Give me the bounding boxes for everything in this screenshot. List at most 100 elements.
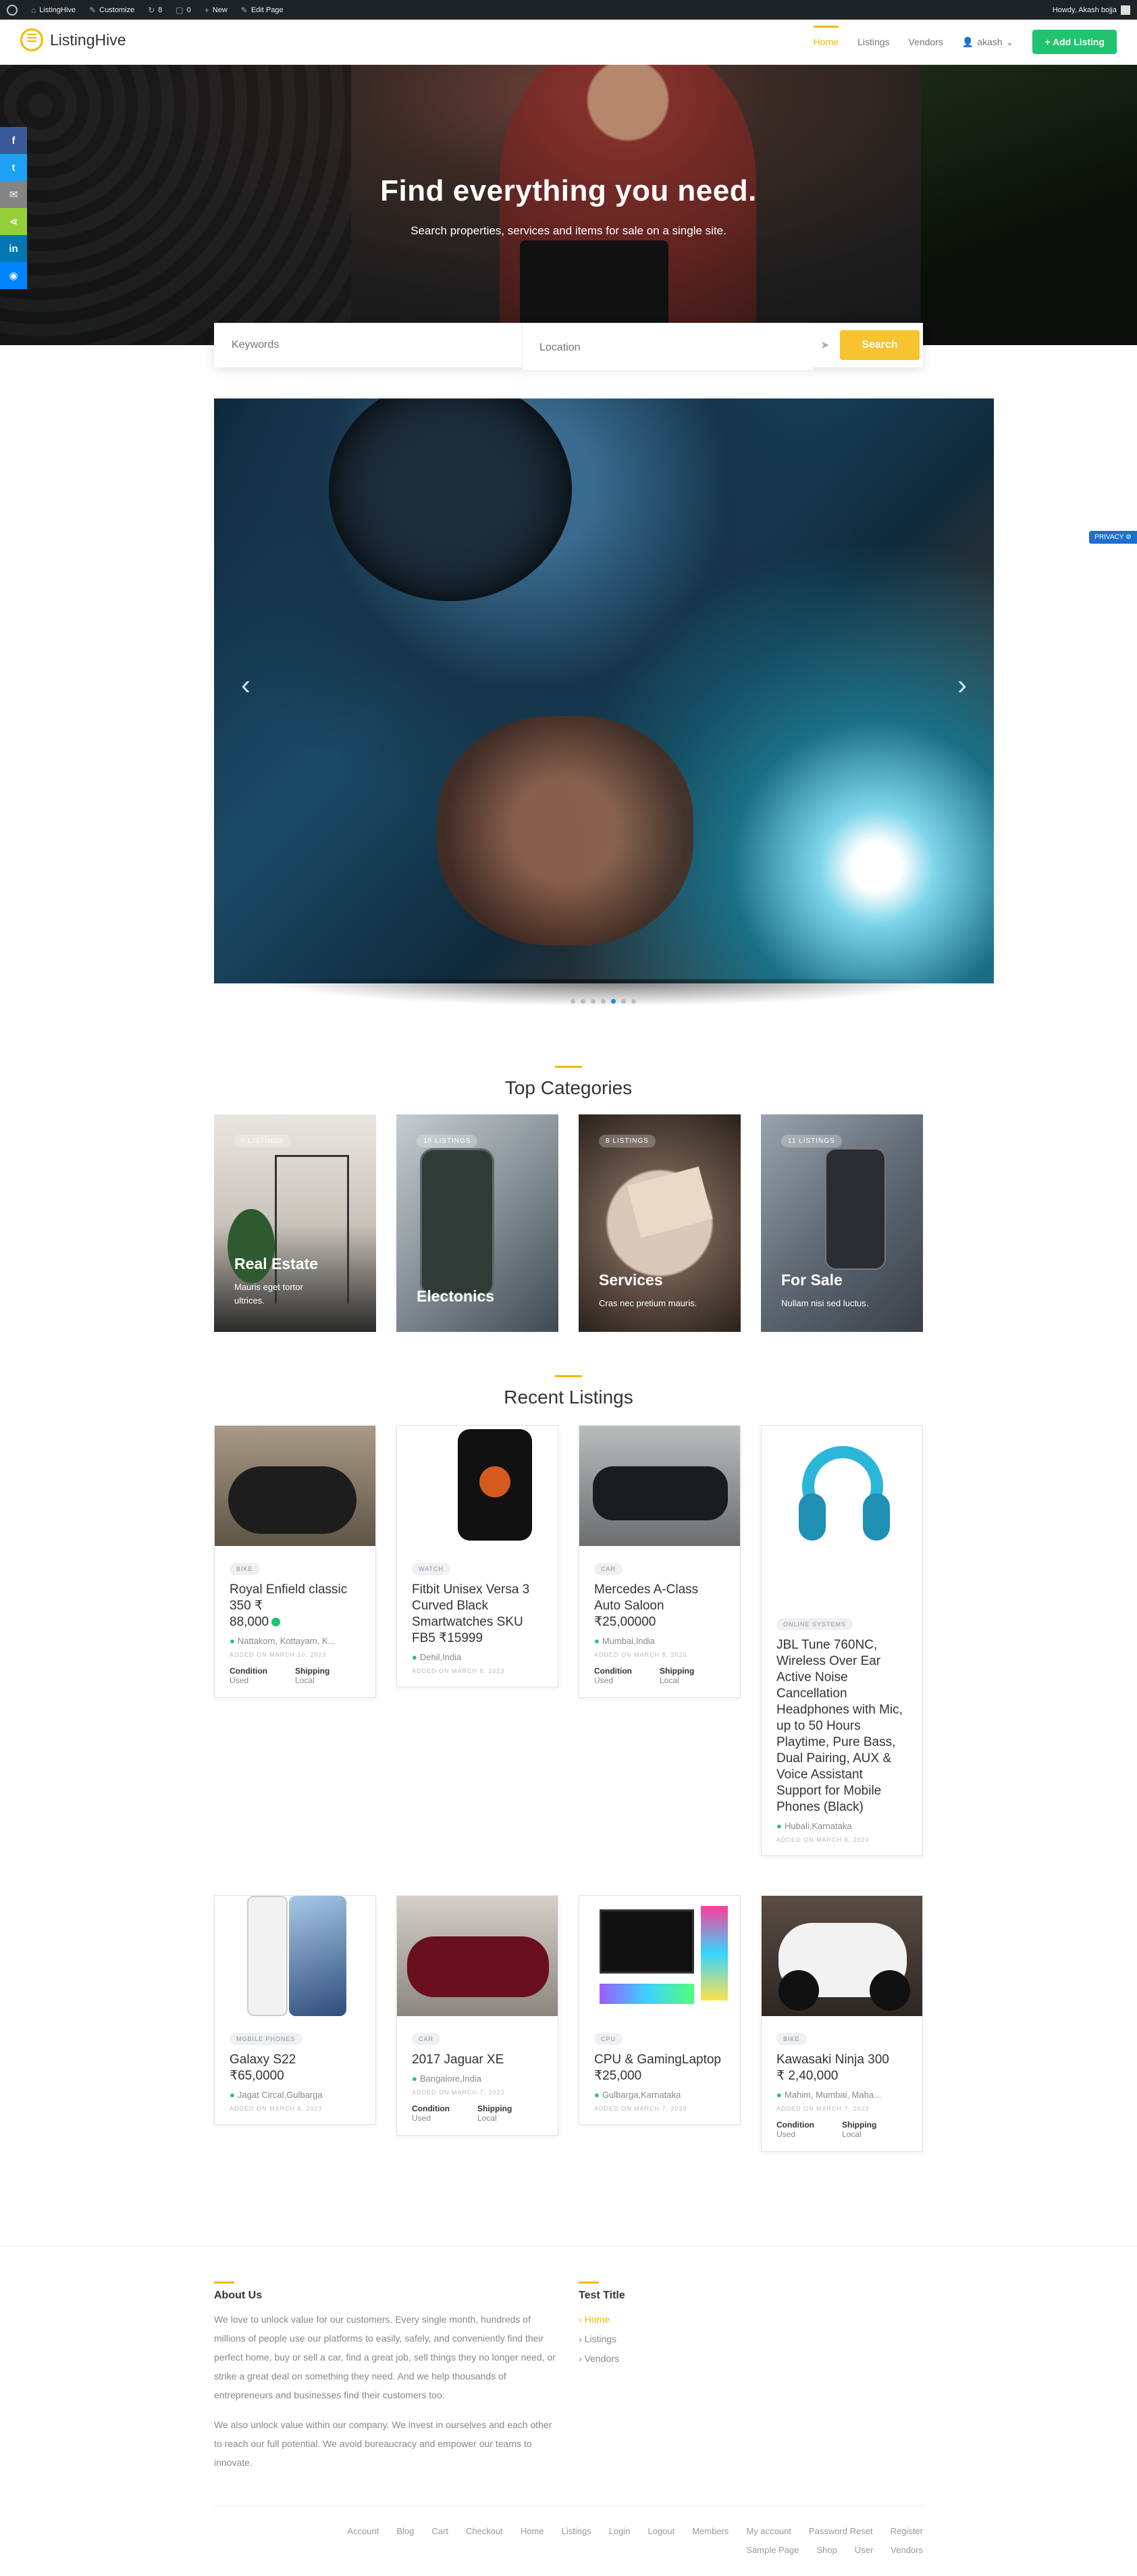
listing-card[interactable]: CAR Mercedes A-Class Auto Saloon ₹25,000…: [579, 1425, 741, 1698]
admin-edit-page-link[interactable]: ✎ Edit Page: [234, 0, 290, 20]
location-pin-icon: ●: [412, 1652, 417, 1662]
slider-dot[interactable]: [591, 999, 596, 1004]
admin-site-link[interactable]: ⌂ ListingHive: [24, 0, 82, 20]
hero-subtitle: Search properties, services and items fo…: [411, 224, 726, 237]
chevron-right-icon: ›: [579, 2334, 585, 2344]
listing-title[interactable]: Galaxy S22: [230, 2052, 361, 2068]
nav-vendors[interactable]: Vendors: [909, 36, 943, 47]
footer-nav-link[interactable]: Members: [692, 2526, 729, 2536]
privacy-badge[interactable]: PRIVACY ⚙: [1089, 531, 1137, 544]
footer-nav-link[interactable]: Shop: [816, 2545, 837, 2555]
footer-nav-link[interactable]: Vendors: [891, 2545, 923, 2555]
email-icon[interactable]: ✉: [0, 181, 27, 208]
footer-link-listings[interactable]: › Listings: [579, 2329, 619, 2349]
category-card[interactable]: 6 LISTINGS Real Estate Mauris eget torto…: [214, 1114, 376, 1332]
footer-nav-link[interactable]: Account: [347, 2526, 379, 2536]
listing-title[interactable]: Kawasaki Ninja 300: [776, 2052, 907, 2068]
admin-customize-link[interactable]: ✎ Customize: [82, 0, 141, 20]
listing-card[interactable]: CPU CPU & GamingLaptop ₹25,000 ● Gulbarga…: [579, 1895, 741, 2125]
footer-nav-link[interactable]: Home: [521, 2526, 544, 2536]
chevron-right-icon: ›: [579, 2353, 585, 2364]
category-card[interactable]: 8 LISTINGS Services Cras nec pretium mau…: [579, 1114, 741, 1332]
footer-nav-link[interactable]: Password Reset: [809, 2526, 873, 2536]
twitter-icon[interactable]: t: [0, 154, 27, 181]
nav-home[interactable]: Home: [813, 26, 839, 47]
add-listing-button[interactable]: + Add Listing: [1032, 30, 1117, 54]
user-menu[interactable]: 👤 akash ⌄: [962, 36, 1014, 48]
facebook-icon[interactable]: f: [0, 127, 27, 154]
location-pin-icon: ●: [412, 2073, 417, 2084]
slider-dot[interactable]: [601, 999, 606, 1004]
listing-card[interactable]: ONLINE SYSTEMS JBL Tune 760NC, Wireless …: [761, 1425, 923, 1856]
verified-icon: [271, 1618, 281, 1627]
category-card[interactable]: 11 LISTINGS For Sale Nullam nisi sed luc…: [761, 1114, 923, 1332]
share-icon[interactable]: ⋖: [0, 208, 27, 235]
chevron-right-icon: ›: [579, 2314, 585, 2325]
section-accent: [555, 1066, 582, 1068]
messenger-icon[interactable]: ◉: [0, 262, 27, 289]
listing-card[interactable]: BIKE Kawasaki Ninja 300 ₹ 2,40,000 ● Mahi…: [761, 1895, 923, 2152]
admin-updates-link[interactable]: ↻ 8: [141, 0, 169, 20]
linkedin-icon[interactable]: in: [0, 235, 27, 262]
category-card[interactable]: 10 LISTINGS Electonics: [396, 1114, 558, 1332]
listing-card[interactable]: CAR 2017 Jaguar XE ● Bangalore,India ADDE…: [396, 1895, 558, 2136]
plus-icon: +: [204, 5, 209, 15]
location-pin-icon: ●: [594, 2090, 600, 2100]
image-slider: ‹ ›: [214, 398, 994, 983]
slider-next-icon[interactable]: ›: [957, 669, 967, 701]
admin-comments-link[interactable]: ▢ 0: [169, 0, 197, 20]
footer-accent: [214, 2282, 234, 2284]
listing-title[interactable]: Mercedes A-Class Auto Saloon: [594, 1582, 725, 1614]
listing-card[interactable]: WATCH Fitbit Unisex Versa 3 Curved Black…: [396, 1425, 558, 1687]
site-logo[interactable]: ListingHive: [20, 28, 126, 51]
slider-prev-icon[interactable]: ‹: [241, 669, 250, 701]
listing-title[interactable]: Royal Enfield classic 350 ₹: [230, 1582, 361, 1614]
footer-nav-link[interactable]: Cart: [431, 2526, 448, 2536]
listing-title[interactable]: CPU & GamingLaptop: [594, 2052, 725, 2068]
locate-icon[interactable]: ➤: [813, 338, 837, 352]
main-nav: Home Listings Vendors 👤 akash ⌄ + Add Li…: [813, 26, 1117, 54]
keywords-input[interactable]: [214, 323, 523, 367]
listing-card[interactable]: BIKE Royal Enfield classic 350 ₹ 88,000 …: [214, 1425, 376, 1698]
footer-nav-link[interactable]: My account: [746, 2526, 791, 2536]
listing-title[interactable]: Fitbit Unisex Versa 3 Curved Black Smart…: [412, 1582, 543, 1647]
hero-title: Find everything you need.: [380, 174, 757, 207]
wordpress-menu[interactable]: [0, 0, 24, 20]
footer-link-home[interactable]: › Home: [579, 2310, 619, 2329]
footer-link-vendors[interactable]: › Vendors: [579, 2349, 619, 2369]
hero-laptop-image: [520, 240, 668, 328]
laptop-image: [627, 1166, 713, 1238]
footer-nav-link[interactable]: Listings: [562, 2526, 591, 2536]
wordpress-icon: [7, 4, 18, 16]
listing-title[interactable]: JBL Tune 760NC, Wireless Over Ear Active…: [776, 1637, 907, 1815]
footer-nav-link[interactable]: Sample Page: [746, 2545, 799, 2555]
slider-dot[interactable]: [631, 999, 636, 1004]
footer-nav-link[interactable]: Logout: [647, 2526, 675, 2536]
location-pin-icon: ●: [230, 2090, 235, 2100]
comment-icon: ▢: [176, 5, 184, 15]
admin-new-link[interactable]: + New: [198, 0, 234, 20]
social-share-bar: f t ✉ ⋖ in ◉: [0, 127, 27, 289]
footer-nav-link[interactable]: Login: [609, 2526, 631, 2536]
listing-image: [762, 1426, 922, 1601]
footer-nav-link[interactable]: Checkout: [466, 2526, 503, 2536]
footer-nav-link[interactable]: User: [855, 2545, 873, 2555]
admin-bar: ⌂ ListingHive ✎ Customize ↻ 8 ▢ 0 + New ✎ Edit…: [0, 0, 1137, 20]
footer-nav-link[interactable]: Register: [891, 2526, 923, 2536]
admin-account[interactable]: Howdy, Akash bojja: [1053, 0, 1130, 20]
slider-dot[interactable]: [621, 999, 626, 1004]
footer-nav-link[interactable]: Blog: [396, 2526, 414, 2536]
listing-image: [215, 1896, 375, 2016]
home-icon: ⌂: [31, 5, 36, 15]
listing-card[interactable]: MOBILE PHONES Galaxy S22 ₹65,0000 ● Jagat…: [214, 1895, 376, 2125]
listing-title[interactable]: 2017 Jaguar XE: [412, 2052, 543, 2068]
about-title: About Us: [214, 2290, 263, 2301]
slider-dot[interactable]: [611, 999, 616, 1004]
slider-dot[interactable]: [581, 999, 585, 1004]
search-button[interactable]: Search: [840, 330, 920, 360]
slider-dots: [571, 999, 636, 1004]
pencil-icon: ✎: [240, 5, 248, 15]
nav-listings[interactable]: Listings: [857, 36, 889, 47]
location-input[interactable]: [523, 326, 813, 370]
slider-dot[interactable]: [571, 999, 575, 1004]
